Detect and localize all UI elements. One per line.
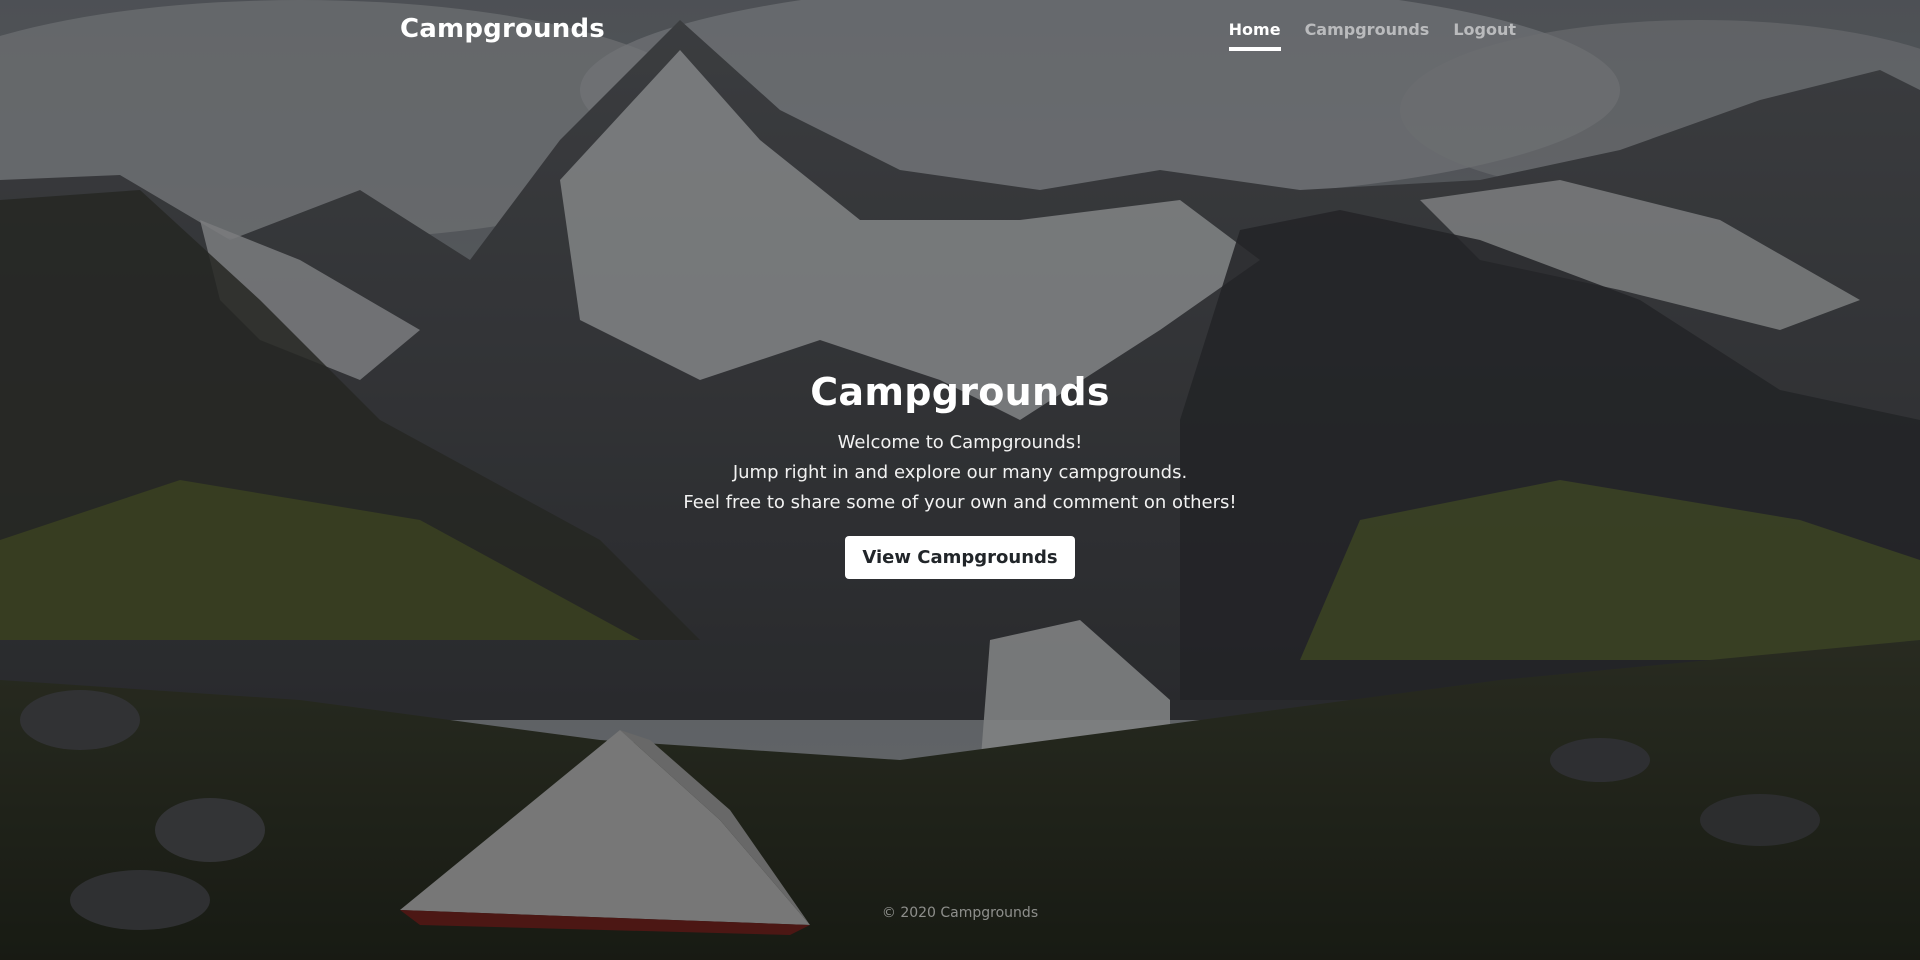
navbar: Campgrounds Home Campgrounds Logout [0,0,1920,66]
hero-title: Campgrounds [810,370,1110,414]
nav-link-logout[interactable]: Logout [1453,20,1516,51]
hero-line-explore: Jump right in and explore our many campg… [732,462,1188,483]
footer-copyright: © 2020 Campgrounds [881,905,1039,921]
view-campgrounds-button[interactable]: View Campgrounds [845,536,1075,579]
hero: Campgrounds Welcome to Campgrounds! Jump… [0,370,1920,579]
nav-link-campgrounds[interactable]: Campgrounds [1305,20,1430,51]
brand-logo[interactable]: Campgrounds [400,14,605,44]
nav-link-home[interactable]: Home [1228,20,1281,51]
footer: © 2020 Campgrounds [0,905,1920,921]
nav-links: Home Campgrounds Logout [1228,20,1516,51]
page: Campgrounds Home Campgrounds Logout Camp… [0,0,1920,960]
hero-line-share: Feel free to share some of your own and … [683,492,1237,513]
hero-line-welcome: Welcome to Campgrounds! [837,432,1083,453]
